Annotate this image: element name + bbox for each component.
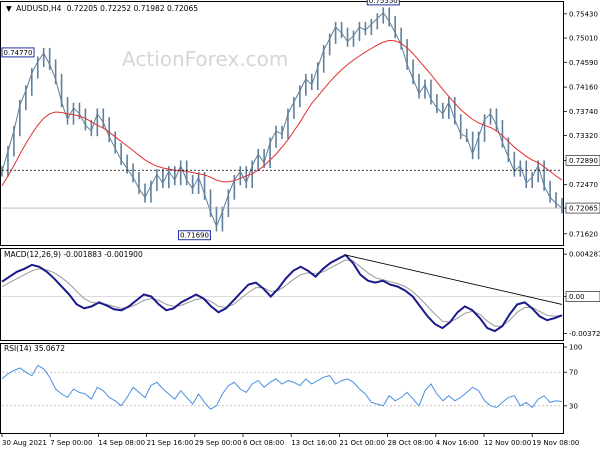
y-tick-label: 0.75430 <box>569 10 598 18</box>
y-tick-label: 0.00 <box>569 293 585 301</box>
y-tick-label: 0.74160 <box>569 84 598 92</box>
y-axis-layer: 0.75430 0.75010 0.74590 0.74160 0.73740 0.733… <box>564 10 600 410</box>
chart-header: ▼ AUDUSD,H4 0.72205 0.72252 0.71982 0.72… <box>6 4 198 13</box>
macd-trendline <box>345 254 563 305</box>
price-label: 0.74770 <box>4 49 33 57</box>
x-axis-layer: 30 Aug 2021 7 Sep 00:00 14 Sep 08:00 21 Sep… <box>1 434 579 447</box>
x-tick-label: 14 Sep 08:00 <box>98 439 145 447</box>
forex-chart: ActionForex.com ▼ AUDUSD,H4 0.72205 0.72… <box>0 0 600 447</box>
macd-panel <box>0 248 564 341</box>
watermark: ActionForex.com <box>122 47 288 71</box>
rsi-panel <box>0 343 564 434</box>
macd-line <box>1 253 563 333</box>
y-tick-label: -0.003726 <box>569 330 600 338</box>
rsi-layer <box>1 364 563 410</box>
y-tick-label: 0.73740 <box>569 108 598 116</box>
price-label: 0.71690 <box>180 232 209 240</box>
y-tick-label: 70 <box>569 369 578 377</box>
y-tick-label: 0.73320 <box>569 132 598 140</box>
x-tick-label: 13 Oct 16:00 <box>291 439 337 447</box>
x-tick-label: 12 Nov 00:00 <box>484 439 531 447</box>
y-tick-label: 0.72470 <box>569 181 598 189</box>
x-tick-label: 30 Aug 2021 <box>2 439 47 447</box>
down-triangle-icon: ▼ <box>6 4 12 13</box>
y-tick-label: 0.75010 <box>569 35 598 43</box>
price-layer: 0.74770 0.75550 0.71690 <box>1 0 563 241</box>
x-tick-label: 19 Nov 08:00 <box>532 439 579 447</box>
x-tick-label: 21 Sep 16:00 <box>147 439 194 447</box>
y-tick-label: 0.74590 <box>569 59 598 67</box>
x-tick-label: 21 Oct 00:00 <box>339 439 385 447</box>
ohlc-label: 0.72205 0.72252 0.71982 0.72065 <box>67 4 198 13</box>
x-tick-label: 4 Nov 16:00 <box>436 439 479 447</box>
macd-title: MACD(12,26,9) -0.001883 -0.001900 <box>4 250 143 259</box>
y-tick-label: 100 <box>569 344 582 352</box>
symbol-label: AUDUSD,H4 <box>16 4 61 13</box>
y-tick-label: 0.72890 <box>569 157 598 165</box>
macd-layer <box>1 253 563 333</box>
y-tick-label: 0.004287 <box>569 251 600 259</box>
y-tick-label: 30 <box>569 402 578 410</box>
x-tick-label: 29 Sep 00:00 <box>195 439 242 447</box>
y-tick-label: 0.72065 <box>569 205 598 213</box>
x-tick-label: 6 Oct 08:00 <box>243 439 284 447</box>
x-tick-label: 7 Sep 00:00 <box>50 439 92 447</box>
y-tick-label: 0.71620 <box>569 230 598 238</box>
x-tick-label: 28 Oct 08:00 <box>388 439 434 447</box>
rsi-title: RSI(14) 35.0672 <box>4 344 65 353</box>
price-label: 0.75550 <box>369 0 398 5</box>
